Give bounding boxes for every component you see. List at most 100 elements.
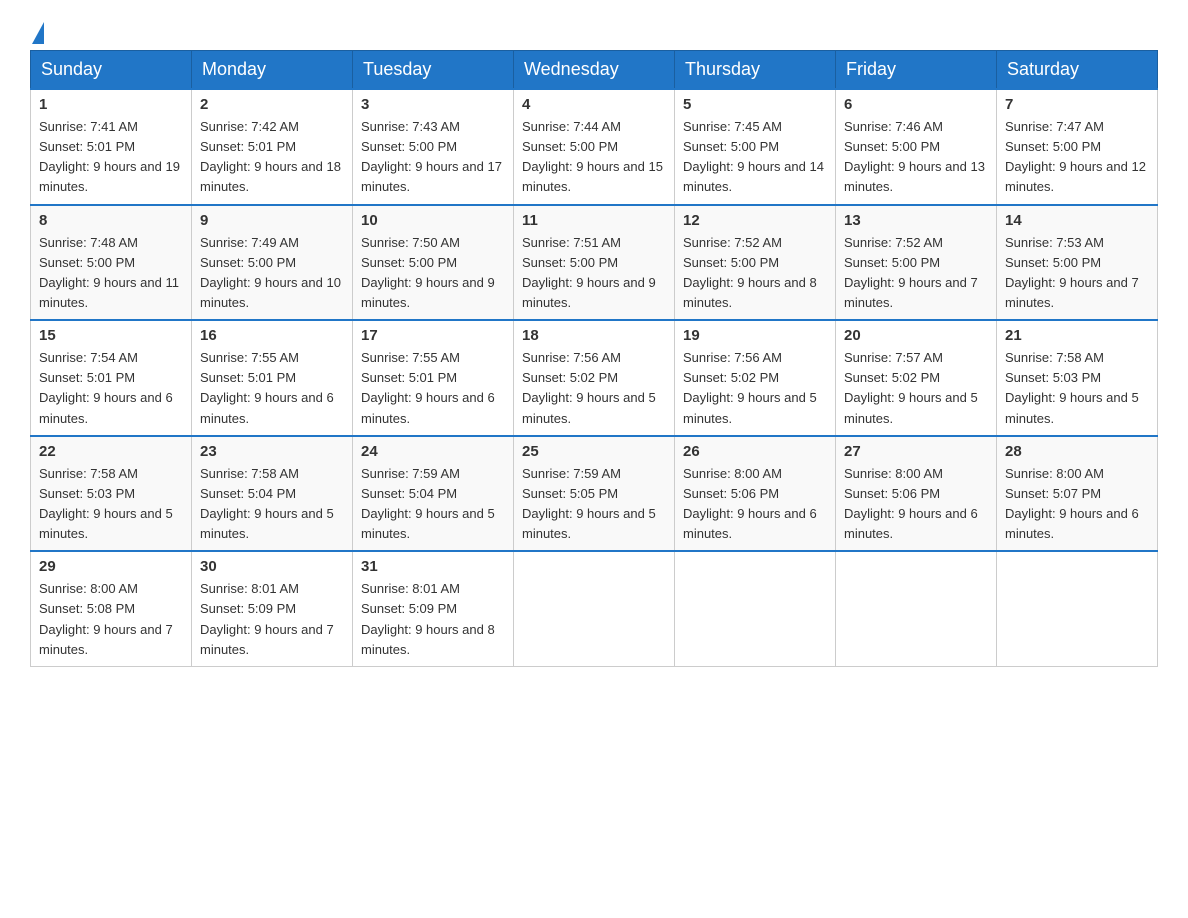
- calendar-day-30: 30 Sunrise: 8:01 AMSunset: 5:09 PMDaylig…: [192, 551, 353, 666]
- calendar-day-12: 12 Sunrise: 7:52 AMSunset: 5:00 PMDaylig…: [675, 205, 836, 321]
- logo-triangle-icon: [32, 22, 44, 44]
- day-info: Sunrise: 7:45 AMSunset: 5:00 PMDaylight:…: [683, 119, 824, 194]
- day-number: 31: [361, 558, 505, 575]
- day-info: Sunrise: 7:59 AMSunset: 5:04 PMDaylight:…: [361, 466, 495, 541]
- day-number: 23: [200, 443, 344, 460]
- weekday-header-sunday: Sunday: [31, 51, 192, 90]
- day-info: Sunrise: 7:42 AMSunset: 5:01 PMDaylight:…: [200, 119, 341, 194]
- day-info: Sunrise: 7:58 AMSunset: 5:03 PMDaylight:…: [39, 466, 173, 541]
- calendar-header-row: SundayMondayTuesdayWednesdayThursdayFrid…: [31, 51, 1158, 90]
- calendar-week-4: 22 Sunrise: 7:58 AMSunset: 5:03 PMDaylig…: [31, 436, 1158, 552]
- day-number: 25: [522, 443, 666, 460]
- day-number: 26: [683, 443, 827, 460]
- day-info: Sunrise: 7:46 AMSunset: 5:00 PMDaylight:…: [844, 119, 985, 194]
- day-info: Sunrise: 8:00 AMSunset: 5:08 PMDaylight:…: [39, 581, 173, 656]
- day-info: Sunrise: 7:55 AMSunset: 5:01 PMDaylight:…: [361, 350, 495, 425]
- day-number: 3: [361, 96, 505, 113]
- day-info: Sunrise: 7:58 AMSunset: 5:04 PMDaylight:…: [200, 466, 334, 541]
- calendar-day-17: 17 Sunrise: 7:55 AMSunset: 5:01 PMDaylig…: [353, 320, 514, 436]
- calendar-day-19: 19 Sunrise: 7:56 AMSunset: 5:02 PMDaylig…: [675, 320, 836, 436]
- day-number: 21: [1005, 327, 1149, 344]
- day-info: Sunrise: 7:56 AMSunset: 5:02 PMDaylight:…: [683, 350, 817, 425]
- day-info: Sunrise: 7:48 AMSunset: 5:00 PMDaylight:…: [39, 235, 179, 310]
- day-info: Sunrise: 7:57 AMSunset: 5:02 PMDaylight:…: [844, 350, 978, 425]
- day-info: Sunrise: 7:47 AMSunset: 5:00 PMDaylight:…: [1005, 119, 1146, 194]
- day-number: 1: [39, 96, 183, 113]
- day-number: 30: [200, 558, 344, 575]
- calendar-day-27: 27 Sunrise: 8:00 AMSunset: 5:06 PMDaylig…: [836, 436, 997, 552]
- day-info: Sunrise: 8:01 AMSunset: 5:09 PMDaylight:…: [361, 581, 495, 656]
- calendar-day-29: 29 Sunrise: 8:00 AMSunset: 5:08 PMDaylig…: [31, 551, 192, 666]
- calendar-day-25: 25 Sunrise: 7:59 AMSunset: 5:05 PMDaylig…: [514, 436, 675, 552]
- calendar-day-3: 3 Sunrise: 7:43 AMSunset: 5:00 PMDayligh…: [353, 89, 514, 205]
- day-info: Sunrise: 7:49 AMSunset: 5:00 PMDaylight:…: [200, 235, 341, 310]
- day-info: Sunrise: 7:51 AMSunset: 5:00 PMDaylight:…: [522, 235, 656, 310]
- day-number: 5: [683, 96, 827, 113]
- weekday-header-saturday: Saturday: [997, 51, 1158, 90]
- day-info: Sunrise: 7:52 AMSunset: 5:00 PMDaylight:…: [844, 235, 978, 310]
- calendar-empty-cell: [514, 551, 675, 666]
- day-info: Sunrise: 7:41 AMSunset: 5:01 PMDaylight:…: [39, 119, 180, 194]
- calendar-week-5: 29 Sunrise: 8:00 AMSunset: 5:08 PMDaylig…: [31, 551, 1158, 666]
- day-number: 14: [1005, 212, 1149, 229]
- day-info: Sunrise: 7:50 AMSunset: 5:00 PMDaylight:…: [361, 235, 495, 310]
- day-info: Sunrise: 7:54 AMSunset: 5:01 PMDaylight:…: [39, 350, 173, 425]
- day-info: Sunrise: 7:43 AMSunset: 5:00 PMDaylight:…: [361, 119, 502, 194]
- calendar-day-9: 9 Sunrise: 7:49 AMSunset: 5:00 PMDayligh…: [192, 205, 353, 321]
- calendar-day-20: 20 Sunrise: 7:57 AMSunset: 5:02 PMDaylig…: [836, 320, 997, 436]
- day-info: Sunrise: 8:00 AMSunset: 5:07 PMDaylight:…: [1005, 466, 1139, 541]
- page-header: [30, 20, 1158, 40]
- day-info: Sunrise: 7:59 AMSunset: 5:05 PMDaylight:…: [522, 466, 656, 541]
- calendar-day-15: 15 Sunrise: 7:54 AMSunset: 5:01 PMDaylig…: [31, 320, 192, 436]
- day-number: 22: [39, 443, 183, 460]
- calendar-day-8: 8 Sunrise: 7:48 AMSunset: 5:00 PMDayligh…: [31, 205, 192, 321]
- calendar-day-21: 21 Sunrise: 7:58 AMSunset: 5:03 PMDaylig…: [997, 320, 1158, 436]
- calendar-day-23: 23 Sunrise: 7:58 AMSunset: 5:04 PMDaylig…: [192, 436, 353, 552]
- weekday-header-tuesday: Tuesday: [353, 51, 514, 90]
- calendar-day-24: 24 Sunrise: 7:59 AMSunset: 5:04 PMDaylig…: [353, 436, 514, 552]
- day-info: Sunrise: 7:55 AMSunset: 5:01 PMDaylight:…: [200, 350, 334, 425]
- calendar-table: SundayMondayTuesdayWednesdayThursdayFrid…: [30, 50, 1158, 667]
- day-number: 17: [361, 327, 505, 344]
- day-number: 29: [39, 558, 183, 575]
- day-info: Sunrise: 7:56 AMSunset: 5:02 PMDaylight:…: [522, 350, 656, 425]
- weekday-header-monday: Monday: [192, 51, 353, 90]
- calendar-empty-cell: [836, 551, 997, 666]
- calendar-day-26: 26 Sunrise: 8:00 AMSunset: 5:06 PMDaylig…: [675, 436, 836, 552]
- day-number: 2: [200, 96, 344, 113]
- day-info: Sunrise: 7:53 AMSunset: 5:00 PMDaylight:…: [1005, 235, 1139, 310]
- day-number: 27: [844, 443, 988, 460]
- calendar-day-4: 4 Sunrise: 7:44 AMSunset: 5:00 PMDayligh…: [514, 89, 675, 205]
- day-number: 4: [522, 96, 666, 113]
- day-number: 9: [200, 212, 344, 229]
- calendar-day-16: 16 Sunrise: 7:55 AMSunset: 5:01 PMDaylig…: [192, 320, 353, 436]
- calendar-day-13: 13 Sunrise: 7:52 AMSunset: 5:00 PMDaylig…: [836, 205, 997, 321]
- day-info: Sunrise: 7:52 AMSunset: 5:00 PMDaylight:…: [683, 235, 817, 310]
- day-number: 20: [844, 327, 988, 344]
- day-number: 8: [39, 212, 183, 229]
- calendar-day-14: 14 Sunrise: 7:53 AMSunset: 5:00 PMDaylig…: [997, 205, 1158, 321]
- calendar-day-11: 11 Sunrise: 7:51 AMSunset: 5:00 PMDaylig…: [514, 205, 675, 321]
- calendar-day-5: 5 Sunrise: 7:45 AMSunset: 5:00 PMDayligh…: [675, 89, 836, 205]
- calendar-day-31: 31 Sunrise: 8:01 AMSunset: 5:09 PMDaylig…: [353, 551, 514, 666]
- day-number: 11: [522, 212, 666, 229]
- day-info: Sunrise: 7:58 AMSunset: 5:03 PMDaylight:…: [1005, 350, 1139, 425]
- calendar-week-3: 15 Sunrise: 7:54 AMSunset: 5:01 PMDaylig…: [31, 320, 1158, 436]
- calendar-day-6: 6 Sunrise: 7:46 AMSunset: 5:00 PMDayligh…: [836, 89, 997, 205]
- calendar-day-28: 28 Sunrise: 8:00 AMSunset: 5:07 PMDaylig…: [997, 436, 1158, 552]
- calendar-week-2: 8 Sunrise: 7:48 AMSunset: 5:00 PMDayligh…: [31, 205, 1158, 321]
- day-number: 16: [200, 327, 344, 344]
- weekday-header-wednesday: Wednesday: [514, 51, 675, 90]
- calendar-week-1: 1 Sunrise: 7:41 AMSunset: 5:01 PMDayligh…: [31, 89, 1158, 205]
- calendar-day-10: 10 Sunrise: 7:50 AMSunset: 5:00 PMDaylig…: [353, 205, 514, 321]
- day-number: 7: [1005, 96, 1149, 113]
- day-number: 6: [844, 96, 988, 113]
- weekday-header-thursday: Thursday: [675, 51, 836, 90]
- calendar-day-22: 22 Sunrise: 7:58 AMSunset: 5:03 PMDaylig…: [31, 436, 192, 552]
- day-info: Sunrise: 7:44 AMSunset: 5:00 PMDaylight:…: [522, 119, 663, 194]
- calendar-day-7: 7 Sunrise: 7:47 AMSunset: 5:00 PMDayligh…: [997, 89, 1158, 205]
- logo: [30, 20, 44, 40]
- calendar-empty-cell: [675, 551, 836, 666]
- calendar-day-2: 2 Sunrise: 7:42 AMSunset: 5:01 PMDayligh…: [192, 89, 353, 205]
- day-number: 18: [522, 327, 666, 344]
